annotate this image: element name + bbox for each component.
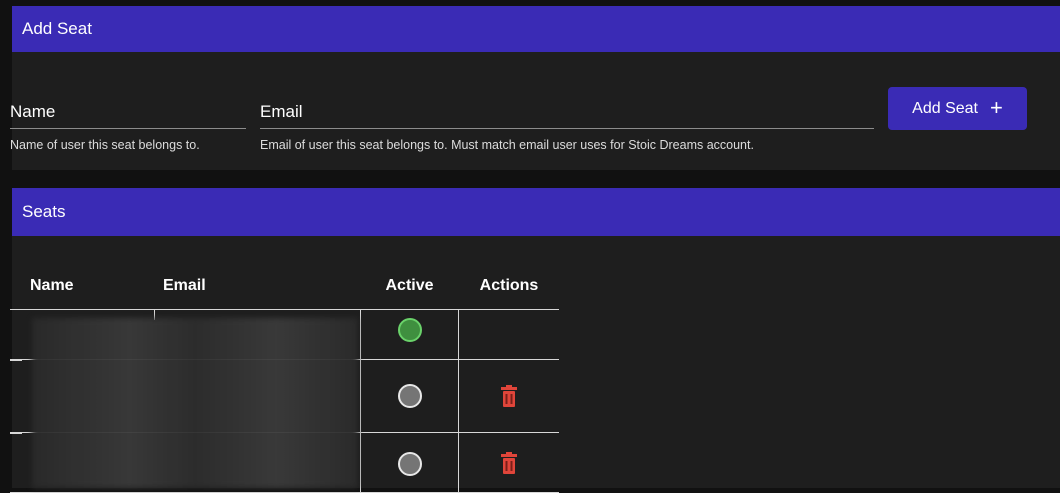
column-header-email[interactable]: Email: [143, 262, 360, 309]
name-field[interactable]: Name Name of user this seat belongs to.: [10, 95, 246, 152]
seat-actions-cell: [459, 433, 559, 492]
active-status-icon[interactable]: [397, 318, 422, 342]
email-input[interactable]: Email: [260, 95, 874, 129]
seat-active-cell: [360, 433, 459, 492]
inactive-status-icon[interactable]: [397, 452, 422, 476]
add-seat-header: Add Seat: [12, 6, 1060, 52]
email-helper-text: Email of user this seat belongs to. Must…: [260, 138, 754, 152]
add-seat-button[interactable]: Add Seat +: [888, 87, 1027, 130]
column-header-active[interactable]: Active: [360, 262, 459, 309]
seats-title: Seats: [22, 202, 66, 221]
row-divider: [10, 433, 22, 434]
add-seat-button-label: Add Seat: [912, 99, 978, 117]
seat-active-cell: [360, 310, 459, 359]
seats-table: Name Email Active Actions: [10, 262, 559, 493]
add-seat-title: Add Seat: [22, 19, 92, 38]
trash-icon[interactable]: [501, 452, 517, 474]
name-input[interactable]: Name: [10, 95, 246, 129]
seat-actions-cell: [459, 360, 559, 432]
column-header-actions: Actions: [479, 276, 539, 294]
table-header: Name Email Active Actions: [10, 262, 559, 310]
row-divider: [10, 360, 22, 361]
column-header-name[interactable]: Name: [10, 262, 143, 309]
inactive-status-icon[interactable]: [397, 384, 422, 408]
plus-icon: +: [989, 94, 1003, 120]
name-helper-text: Name of user this seat belongs to.: [10, 138, 200, 152]
seats-header: Seats: [12, 188, 1060, 236]
email-field[interactable]: Email Email of user this seat belongs to…: [260, 95, 874, 152]
trash-icon[interactable]: [501, 385, 517, 407]
redacted-user-info: [32, 318, 358, 488]
seat-active-cell: [360, 360, 459, 432]
seat-actions-cell: [459, 310, 559, 359]
